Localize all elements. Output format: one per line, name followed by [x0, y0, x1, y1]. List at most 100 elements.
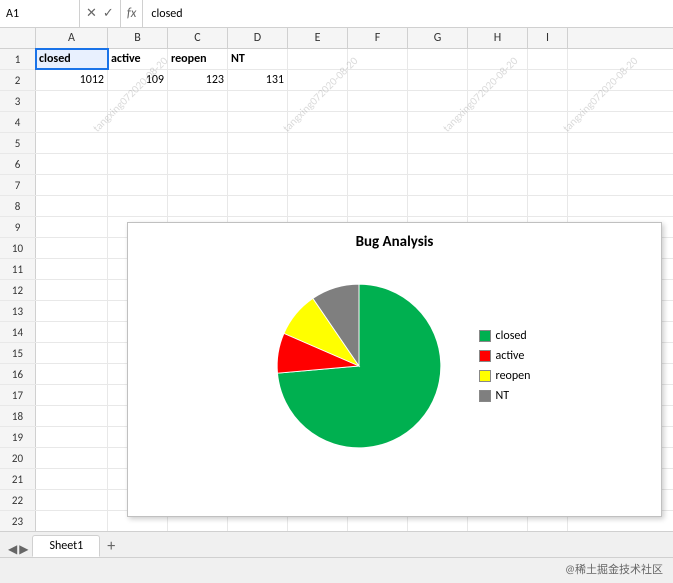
confirm-icon[interactable]: ✓	[103, 6, 114, 21]
formula-input[interactable]: closed	[143, 7, 673, 21]
cell[interactable]	[36, 112, 108, 132]
cell[interactable]: 1012	[36, 70, 108, 90]
cell[interactable]	[348, 70, 408, 90]
cell[interactable]	[36, 385, 108, 405]
cell[interactable]	[36, 217, 108, 237]
cell[interactable]	[36, 301, 108, 321]
cell[interactable]	[228, 112, 288, 132]
cell[interactable]	[528, 154, 568, 174]
cell[interactable]	[168, 112, 228, 132]
cell[interactable]	[36, 280, 108, 300]
cell[interactable]	[288, 49, 348, 69]
cell[interactable]	[528, 70, 568, 90]
cell[interactable]	[408, 175, 468, 195]
cancel-icon[interactable]: ✕	[86, 6, 97, 21]
col-header-h: H	[468, 28, 528, 48]
prev-sheet-icon[interactable]: ◀	[8, 542, 17, 557]
cell[interactable]	[36, 238, 108, 258]
cell[interactable]	[468, 196, 528, 216]
cell[interactable]	[36, 154, 108, 174]
cell[interactable]	[36, 91, 108, 111]
cell[interactable]	[168, 175, 228, 195]
cell[interactable]	[348, 49, 408, 69]
cell[interactable]	[468, 70, 528, 90]
cell[interactable]	[228, 196, 288, 216]
cell[interactable]	[468, 49, 528, 69]
next-sheet-icon[interactable]: ▶	[19, 542, 28, 557]
cell[interactable]	[36, 175, 108, 195]
cell[interactable]: 109	[108, 70, 168, 90]
cell[interactable]	[288, 175, 348, 195]
cell[interactable]	[288, 133, 348, 153]
cell[interactable]: reopen	[168, 49, 228, 69]
cell[interactable]	[348, 112, 408, 132]
cell[interactable]	[408, 133, 468, 153]
cell[interactable]	[408, 70, 468, 90]
cell[interactable]	[228, 175, 288, 195]
cell[interactable]	[468, 112, 528, 132]
cell[interactable]	[348, 175, 408, 195]
cell[interactable]	[228, 91, 288, 111]
cell[interactable]	[408, 49, 468, 69]
cell[interactable]	[408, 196, 468, 216]
cell[interactable]	[36, 427, 108, 447]
cell[interactable]: closed	[36, 49, 108, 69]
cell[interactable]	[408, 112, 468, 132]
chart-container[interactable]: Bug Analysis closedactivereopenNT	[127, 222, 662, 517]
cell[interactable]	[108, 91, 168, 111]
cell[interactable]	[36, 364, 108, 384]
cell[interactable]	[168, 133, 228, 153]
cell[interactable]	[168, 91, 228, 111]
cell[interactable]	[528, 133, 568, 153]
cell[interactable]	[108, 133, 168, 153]
cell[interactable]	[468, 175, 528, 195]
cell[interactable]	[108, 175, 168, 195]
add-sheet-button[interactable]: +	[100, 535, 122, 557]
cell[interactable]	[36, 490, 108, 510]
row-header: 13	[0, 301, 36, 321]
name-box[interactable]: A1	[0, 0, 80, 27]
cell[interactable]	[36, 469, 108, 489]
cell[interactable]	[36, 406, 108, 426]
cell[interactable]	[348, 91, 408, 111]
cell[interactable]	[36, 448, 108, 468]
cell[interactable]	[288, 91, 348, 111]
cell[interactable]	[348, 154, 408, 174]
cell[interactable]	[36, 259, 108, 279]
cell[interactable]	[468, 91, 528, 111]
cell[interactable]	[108, 196, 168, 216]
cell[interactable]	[36, 196, 108, 216]
cell[interactable]	[288, 196, 348, 216]
cell[interactable]: active	[108, 49, 168, 69]
cell[interactable]	[408, 91, 468, 111]
cell[interactable]	[348, 196, 408, 216]
cell[interactable]	[528, 49, 568, 69]
cell[interactable]	[168, 154, 228, 174]
row-header: 16	[0, 364, 36, 384]
cell[interactable]	[408, 154, 468, 174]
cell[interactable]	[228, 133, 288, 153]
cell[interactable]	[36, 322, 108, 342]
cell[interactable]: 131	[228, 70, 288, 90]
cell[interactable]	[468, 133, 528, 153]
cell[interactable]	[228, 154, 288, 174]
cell[interactable]	[528, 175, 568, 195]
sheet-tab-sheet1[interactable]: Sheet1	[32, 535, 100, 557]
cell[interactable]	[36, 133, 108, 153]
cell[interactable]	[36, 511, 108, 531]
cell[interactable]	[528, 91, 568, 111]
cell[interactable]	[108, 154, 168, 174]
cell[interactable]	[528, 112, 568, 132]
cell[interactable]	[288, 70, 348, 90]
cell[interactable]	[528, 196, 568, 216]
cell[interactable]	[288, 112, 348, 132]
cell[interactable]	[288, 154, 348, 174]
row-header: 4	[0, 112, 36, 132]
cell[interactable]	[348, 133, 408, 153]
cell[interactable]	[168, 196, 228, 216]
cell[interactable]	[468, 154, 528, 174]
cell[interactable]: 123	[168, 70, 228, 90]
cell[interactable]	[36, 343, 108, 363]
cell[interactable]	[108, 112, 168, 132]
cell[interactable]: NT	[228, 49, 288, 69]
